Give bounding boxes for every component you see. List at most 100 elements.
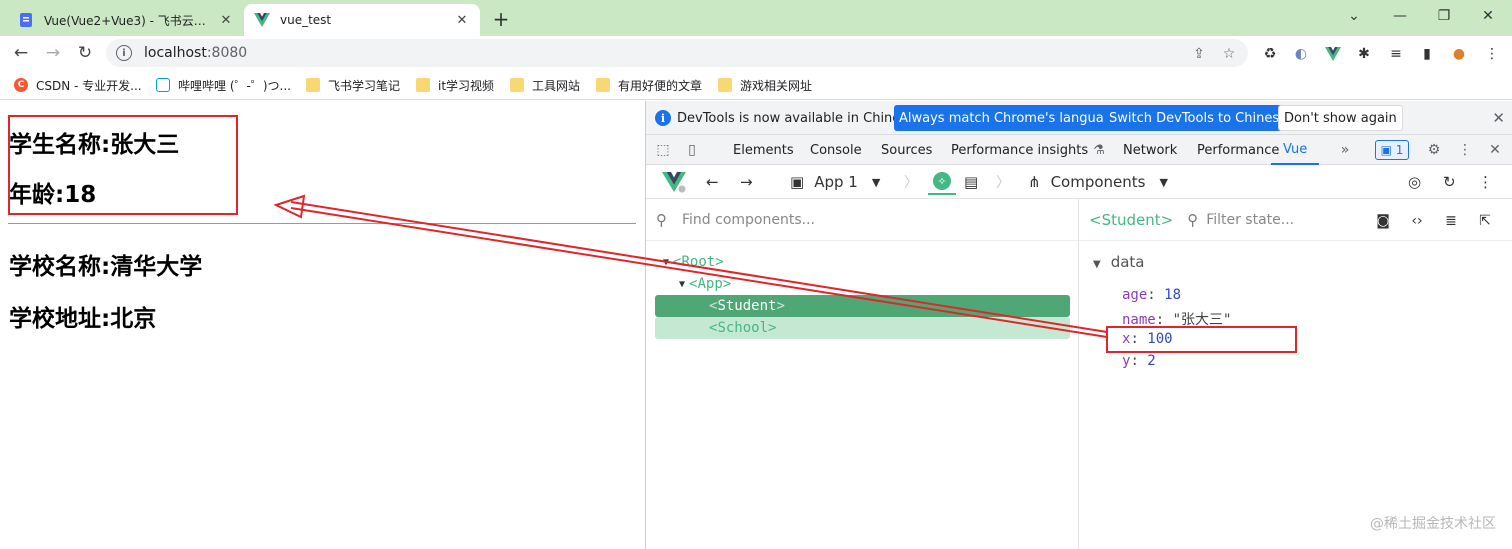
tree-node-student[interactable]: < Student > (655, 295, 1070, 317)
device-toggle-icon[interactable]: ▯ (683, 141, 701, 159)
annotation-box-student (8, 115, 238, 215)
folder-icon (510, 78, 524, 92)
timeline-icon[interactable]: ▤ (964, 172, 978, 192)
state-prop-y[interactable]: y: 2 (1122, 353, 1156, 369)
site-info-icon[interactable]: i (116, 45, 132, 61)
puzzle-extensions-icon[interactable]: ✱ (1354, 44, 1374, 64)
tab-vue-test[interactable]: vue_test ✕ (244, 4, 480, 36)
tab-sources[interactable]: Sources (881, 135, 932, 165)
extension-icon[interactable]: ◐ (1291, 44, 1311, 64)
devtools-tabbar: ⬚ ▯ Elements Console Sources Performance… (646, 135, 1512, 165)
tab-title: Vue(Vue2+Vue3) - 飞书云文档 (44, 13, 212, 28)
tab-title: vue_test (280, 13, 332, 27)
switch-to-chinese-button[interactable]: Switch DevTools to Chinese (1104, 105, 1293, 131)
folder-icon (718, 78, 732, 92)
csdn-icon: C (14, 78, 28, 92)
app-selector[interactable]: ▣ App 1 ▼ (790, 172, 880, 192)
compass-icon: ✧ (933, 172, 951, 190)
minimize-icon[interactable]: — (1380, 4, 1420, 28)
expand-triangle-icon[interactable]: ▼ (679, 279, 685, 290)
components-selector[interactable]: ⋔ Components ▼ (1028, 172, 1168, 192)
issues-badge[interactable]: ▣ 1 (1375, 140, 1409, 160)
find-components-search[interactable]: ⚲ Find components... (646, 199, 1078, 241)
forward-arrow-icon[interactable]: → (40, 40, 66, 66)
more-tabs-icon[interactable]: » (1336, 141, 1354, 159)
reload-icon[interactable]: ↻ (72, 40, 98, 66)
expand-triangle-icon[interactable]: ▼ (663, 257, 669, 268)
back-arrow-icon[interactable]: ← (706, 172, 719, 192)
breadcrumb-separator: 〉 (996, 175, 1010, 191)
more-menu-icon[interactable]: ⋮ (1482, 44, 1502, 64)
tab-feishu-doc[interactable]: Vue(Vue2+Vue3) - 飞书云文档 ✕ (8, 4, 244, 36)
component-tree-pane: ⚲ Find components... ▼ < Root > ▼ < App > < S… (646, 199, 1079, 549)
tree-node-root[interactable]: ▼ < Root > (663, 251, 724, 273)
settings-gear-icon[interactable]: ⚙ (1425, 141, 1443, 159)
close-devtools-icon[interactable]: ✕ (1486, 141, 1504, 159)
inspect-element-icon[interactable]: ⬚ (654, 141, 672, 159)
state-prop-age[interactable]: age: 18 (1122, 287, 1181, 303)
more-options-icon[interactable]: ⋮ (1478, 172, 1493, 192)
breadcrumb-separator: 〉 (904, 175, 918, 191)
show-render-code-icon[interactable]: ‹› (1407, 211, 1427, 231)
back-arrow-icon[interactable]: ← (8, 40, 34, 66)
bookmark-folder-articles[interactable]: 有用好便的文章 (596, 75, 702, 95)
language-infobar: i DevTools is now available in Chinese! … (646, 101, 1512, 135)
caret-down-icon: ▼ (1159, 175, 1168, 189)
tab-elements[interactable]: Elements (733, 135, 794, 165)
bookmark-folder-tools[interactable]: 工具网站 (510, 75, 580, 95)
star-icon[interactable]: ☆ (1220, 45, 1238, 63)
data-section-toggle[interactable]: ▼ data (1093, 253, 1145, 271)
share-icon[interactable]: ⇪ (1190, 45, 1208, 63)
vue-logo-icon (254, 13, 270, 27)
state-header: <Student> ⚲ Filter state... ◙ ‹› ≣ ⇱ (1079, 199, 1512, 241)
always-match-language-button[interactable]: Always match Chrome's language (894, 105, 1125, 131)
component-state-pane: <Student> ⚲ Filter state... ◙ ‹› ≣ ⇱ ▼ da… (1079, 199, 1512, 549)
page-viewport: 学生名称:张大三 年龄:18 学校名称:清华大学 学校地址:北京 (0, 101, 645, 549)
school-name: 学校名称:清华大学 (9, 254, 203, 280)
reading-list-icon[interactable]: ≡ (1386, 44, 1406, 64)
close-infobar-icon[interactable]: ✕ (1492, 109, 1505, 127)
bookmark-folder-notes[interactable]: 飞书学习笔记 (306, 75, 400, 95)
divider (8, 223, 636, 224)
bookmark-folder-games[interactable]: 游戏相关网址 (718, 75, 812, 95)
tab-search-icon[interactable]: ⌄ (1334, 4, 1374, 28)
tab-console[interactable]: Console (810, 135, 862, 165)
watermark: @稀土掘金技术社区 (1370, 516, 1496, 532)
close-tab-icon[interactable]: ✕ (218, 12, 234, 28)
bookmark-folder-it-videos[interactable]: it学习视频 (416, 75, 494, 95)
bilibili-icon (156, 78, 170, 92)
refresh-icon[interactable]: ↻ (1443, 172, 1456, 192)
bookmark-bilibili[interactable]: 哔哩哔哩 (゜-゜)つ... (156, 75, 291, 95)
flask-icon: ⚗ (1093, 142, 1105, 158)
tab-network[interactable]: Network (1123, 135, 1177, 165)
select-component-target-icon[interactable]: ◎ (1408, 172, 1421, 192)
dont-show-again-button[interactable]: Don't show again (1278, 105, 1403, 131)
collapse-triangle-icon: ▼ (1093, 259, 1101, 270)
tree-node-school[interactable]: < School > (655, 317, 1070, 339)
profile-avatar-icon[interactable]: ● (1449, 44, 1469, 64)
folder-icon (306, 78, 320, 92)
recycle-extension-icon[interactable]: ♻ (1260, 44, 1280, 64)
filter-state-input[interactable]: Filter state... (1206, 212, 1294, 228)
side-panel-icon[interactable]: ▮ (1417, 44, 1437, 64)
inspect-dom-icon[interactable]: ≣ (1441, 211, 1461, 231)
tree-node-app[interactable]: ▼ < App > (679, 273, 731, 295)
bookmark-csdn[interactable]: C CSDN - 专业开发... (14, 75, 142, 95)
close-tab-icon[interactable]: ✕ (454, 12, 470, 28)
tab-performance[interactable]: Performance (1197, 135, 1279, 165)
new-tab-button[interactable]: + (488, 6, 514, 32)
tab-vue[interactable]: Vue (1271, 135, 1320, 165)
scroll-to-component-icon[interactable]: ◙ (1373, 211, 1393, 231)
open-in-editor-icon[interactable]: ⇱ (1475, 211, 1495, 231)
vue-devtools-extension-icon[interactable] (1323, 44, 1343, 64)
caret-down-icon: ▼ (871, 175, 881, 189)
forward-arrow-icon[interactable]: → (740, 172, 753, 192)
devtools-panel: i DevTools is now available in Chinese! … (645, 101, 1512, 549)
devtools-menu-icon[interactable]: ⋮ (1456, 141, 1474, 159)
find-components-input[interactable]: Find components... (682, 212, 815, 228)
maximize-icon[interactable]: ❐ (1424, 4, 1464, 28)
address-bar[interactable]: i localhost:8080 ⇪ ☆ (106, 39, 1248, 67)
tab-performance-insights[interactable]: Performance insights ⚗ (951, 135, 1105, 165)
inspector-compass-button[interactable]: ✧ (928, 169, 956, 195)
close-window-icon[interactable]: ✕ (1468, 4, 1508, 28)
